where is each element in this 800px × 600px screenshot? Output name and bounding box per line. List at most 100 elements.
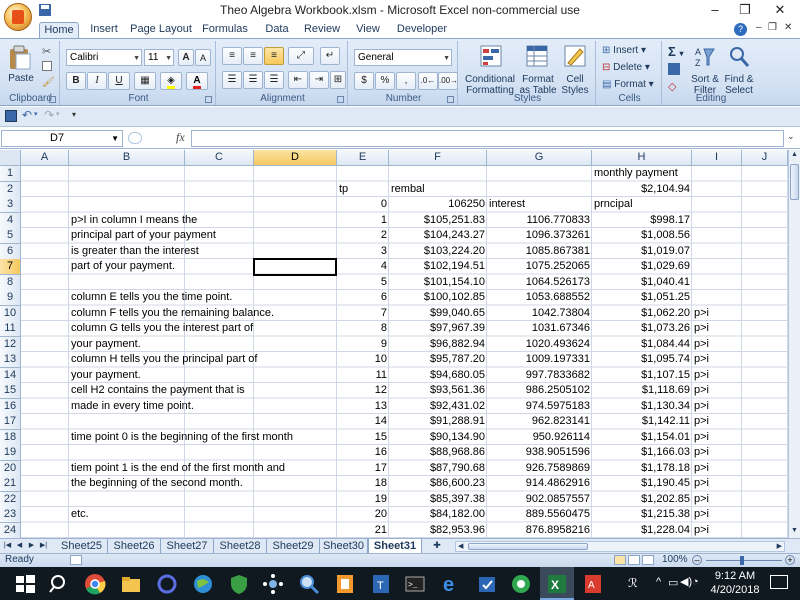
macro-record-icon[interactable] [70, 555, 82, 565]
align-left-button[interactable]: ☰ [222, 71, 242, 89]
cell-rembal[interactable]: $103,224.20 [389, 244, 487, 260]
scroll-left-icon[interactable]: ◀ [458, 542, 463, 550]
cell-tp[interactable]: 5 [337, 275, 389, 291]
app-icon-network[interactable] [262, 573, 284, 595]
cell-rembal[interactable]: $101,154.10 [389, 275, 487, 291]
cell-interest[interactable]: 1042.73804 [487, 306, 592, 322]
decrease-indent-button[interactable]: ⇤ [288, 71, 308, 89]
column-header-a[interactable]: A [21, 150, 69, 166]
tab-formulas[interactable]: Formulas [200, 22, 250, 38]
help-icon[interactable]: ? [734, 23, 747, 36]
pdf-icon[interactable]: A [582, 573, 604, 595]
align-bottom-button[interactable]: ≡ [264, 47, 284, 65]
app-icon-word[interactable]: T [370, 573, 392, 595]
cell-b20[interactable]: tiem point 1 is the end of the first mon… [69, 461, 285, 477]
cell-tp[interactable]: 16 [337, 445, 389, 461]
cell-rembal[interactable]: $93,561.36 [389, 383, 487, 399]
column-header-h[interactable]: H [592, 150, 692, 166]
sheet-tab-sheet25[interactable]: Sheet25 [56, 539, 108, 554]
horizontal-scrollbar[interactable]: ◀ ▶ [455, 541, 785, 552]
cell-principal[interactable]: $1,008.56 [592, 228, 692, 244]
terminal-icon[interactable]: >_ [404, 573, 426, 595]
tab-developer[interactable]: Developer [396, 22, 448, 38]
active-cell-d7[interactable] [253, 258, 337, 276]
windows-start-icon[interactable] [14, 573, 36, 595]
cell-flag[interactable]: p>i [692, 476, 742, 492]
calendar-check-icon[interactable] [476, 573, 498, 595]
tab-insert[interactable]: Insert [84, 22, 124, 38]
cell-b15[interactable]: cell H2 contains the payment that is [69, 383, 245, 399]
cell-rembal[interactable]: $99,040.65 [389, 306, 487, 322]
prev-sheet-icon[interactable]: ◀ [14, 540, 25, 552]
sheet-tab-sheet29[interactable]: Sheet29 [267, 539, 320, 554]
cell-interest[interactable]: 926.7589869 [487, 461, 592, 477]
sheet-tab-sheet26[interactable]: Sheet26 [108, 539, 161, 554]
font-size-select[interactable]: 11 ▼ [144, 49, 174, 66]
cut-icon[interactable]: ✂ [42, 45, 51, 58]
row-header-1[interactable]: 1 [0, 166, 21, 182]
notifications-icon[interactable] [770, 575, 788, 589]
cell-tp[interactable]: 4 [337, 259, 389, 275]
cell-interest[interactable]: 986.2505102 [487, 383, 592, 399]
row-header-11[interactable]: 11 [0, 321, 21, 337]
cell-principal[interactable]: $1,154.01 [592, 430, 692, 446]
cell-b14[interactable]: your payment. [69, 368, 185, 384]
name-box[interactable]: D7 ▼ [1, 130, 123, 147]
undo-dropdown-icon[interactable]: ▾ [34, 110, 38, 118]
clock-time[interactable]: 9:12 AM [712, 570, 758, 582]
row-header-13[interactable]: 13 [0, 352, 21, 368]
cancel-entry-icon[interactable] [128, 132, 142, 144]
cell-e3[interactable]: 0 [337, 197, 389, 213]
cell-tp[interactable]: 13 [337, 399, 389, 415]
network-icon[interactable]: ▭ [668, 576, 678, 589]
scroll-up-icon[interactable]: ▲ [790, 151, 799, 161]
row-header-14[interactable]: 14 [0, 367, 21, 384]
cell-interest[interactable]: 889.5560475 [487, 507, 592, 523]
clock-date[interactable]: 4/20/2018 [710, 584, 760, 596]
column-header-j[interactable]: J [742, 150, 788, 166]
cell-h2[interactable]: $2,104.94 [592, 182, 692, 198]
italic-button[interactable]: I [87, 72, 107, 90]
cell-principal[interactable]: $1,228.04 [592, 523, 692, 539]
cell-rembal[interactable]: $102,194.51 [389, 259, 487, 275]
cell-rembal[interactable]: $94,680.05 [389, 368, 487, 384]
close-button[interactable]: ✕ [763, 0, 797, 21]
cell-rembal[interactable]: $84,182.00 [389, 507, 487, 523]
zoom-slider-track[interactable] [706, 560, 782, 561]
tab-page-layout[interactable]: Page Layout [130, 22, 192, 38]
cell-h3[interactable]: prncipal [592, 197, 692, 213]
insert-cells-button[interactable]: ⊞ Insert ▾ [602, 45, 646, 56]
cell-interest[interactable]: 950.926114 [487, 430, 592, 446]
page-break-view-icon[interactable] [642, 555, 654, 565]
app-icon-blue-circle[interactable] [156, 573, 178, 595]
cell-flag[interactable]: p>i [692, 523, 742, 539]
undo-icon[interactable]: ↶ [22, 108, 32, 122]
percent-button[interactable]: % [375, 72, 395, 90]
cell-b5[interactable]: principal part of your payment [69, 228, 216, 244]
cell-interest[interactable]: 974.5975183 [487, 399, 592, 415]
zoom-slider-thumb[interactable] [740, 556, 744, 565]
cell-b4[interactable]: p>I in column I means the [69, 213, 197, 229]
edge-icon[interactable]: e [440, 573, 462, 596]
cell-rembal[interactable]: $91,288.91 [389, 414, 487, 430]
page-layout-view-icon[interactable] [628, 555, 640, 565]
redo-dropdown-icon[interactable]: ▾ [56, 110, 60, 118]
borders-button[interactable]: ▦ [134, 72, 156, 90]
cell-rembal[interactable]: $100,102.85 [389, 290, 487, 306]
qat-save-icon[interactable] [5, 110, 17, 122]
ribbon-close-icon[interactable]: ✕ [784, 22, 792, 33]
comma-button[interactable]: , [396, 72, 416, 90]
row-header-5[interactable]: 5 [0, 228, 21, 244]
column-header-d[interactable]: D [254, 150, 337, 166]
row-header-20[interactable]: 20 [0, 460, 21, 477]
delete-cells-button[interactable]: ⊟ Delete ▾ [602, 62, 650, 73]
cell-flag[interactable]: p>i [692, 337, 742, 353]
cell-tp[interactable]: 8 [337, 321, 389, 337]
align-middle-button[interactable]: ≡ [243, 47, 263, 65]
align-top-button[interactable]: ≡ [222, 47, 242, 65]
vertical-scroll-thumb[interactable] [790, 164, 799, 200]
cell-principal[interactable]: $1,040.41 [592, 275, 692, 291]
cell-principal[interactable]: $1,190.45 [592, 476, 692, 492]
row-header-4[interactable]: 4 [0, 212, 21, 229]
cell-principal[interactable]: $1,019.07 [592, 244, 692, 260]
